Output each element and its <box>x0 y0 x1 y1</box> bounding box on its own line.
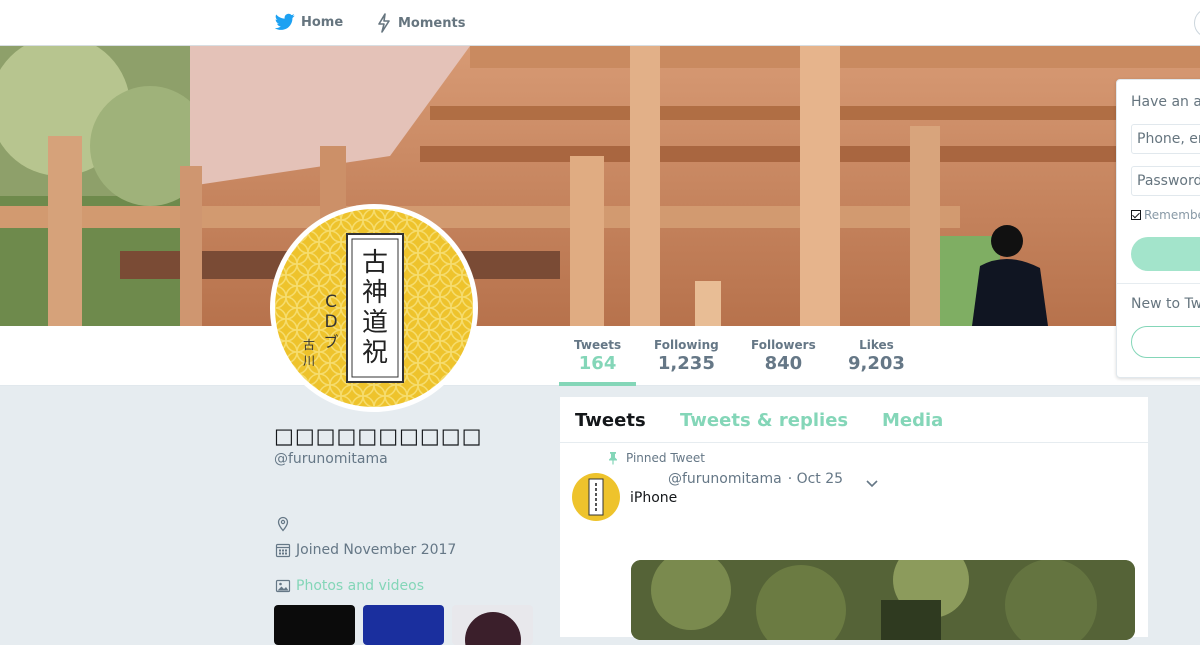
pinned-tweet-label: Pinned Tweet <box>626 451 705 465</box>
stat-tweets-value: 164 <box>578 353 617 374</box>
stat-following-value: 1,235 <box>657 353 715 374</box>
stat-tweets-label: Tweets <box>574 338 622 352</box>
svg-text:祝: 祝 <box>362 338 388 368</box>
profile-name: □□□□□□□□□□ <box>274 424 483 448</box>
profile-avatar[interactable]: 古 神 道 祝 C D ブ 古 川 <box>270 204 478 412</box>
new-to-twitter-label: New to Tw <box>1131 296 1200 312</box>
profile-handle[interactable]: @furunomitama <box>274 451 388 467</box>
stat-following-label: Following <box>654 338 719 352</box>
tweet-date[interactable]: · Oct 25 <box>788 471 843 487</box>
tweet-author-avatar[interactable] <box>572 473 620 521</box>
svg-text:C: C <box>325 292 337 312</box>
tweet-options-chevron-icon[interactable] <box>865 474 879 493</box>
stat-likes[interactable]: Likes 9,203 <box>848 338 905 374</box>
svg-text:古: 古 <box>362 248 388 278</box>
tab-media[interactable]: Media <box>882 410 943 431</box>
remember-me-checkbox[interactable]: Remembe <box>1131 208 1200 222</box>
nav-moments-label: Moments <box>398 15 466 31</box>
stat-followers[interactable]: Followers 840 <box>751 338 816 374</box>
tweet-header: @furunomitama · Oct 25 <box>668 471 843 487</box>
stat-following[interactable]: Following 1,235 <box>654 338 719 374</box>
profile-avatar-image: 古 神 道 祝 C D ブ 古 川 <box>275 209 473 407</box>
login-button[interactable] <box>1131 237 1200 271</box>
svg-text:神: 神 <box>362 278 388 308</box>
nav-home-label: Home <box>301 14 344 30</box>
stat-likes-label: Likes <box>859 338 894 352</box>
location-icon <box>275 516 291 536</box>
svg-text:道: 道 <box>362 308 388 338</box>
lightning-icon <box>378 13 390 33</box>
image-icon <box>275 579 291 593</box>
nav-home-link[interactable]: Home <box>275 13 343 31</box>
phone-email-input[interactable]: Phone, er <box>1131 124 1200 154</box>
calendar-icon <box>275 543 291 558</box>
photo-thumbnail[interactable] <box>274 605 355 645</box>
tweets-stream: Tweets Tweets & replies Media Pinned Twe… <box>560 397 1148 640</box>
stat-tweets[interactable]: Tweets 164 <box>558 338 637 386</box>
remember-me-label: Remembe <box>1144 208 1200 222</box>
stream-tabs: Tweets Tweets & replies Media <box>560 397 1148 443</box>
tweet-author-handle[interactable]: @furunomitama <box>668 471 782 487</box>
profile-navigation-bar: Tweets 164 Following 1,235 Followers 840… <box>0 326 1200 386</box>
photo-thumbnail[interactable] <box>363 605 444 645</box>
pin-icon <box>609 452 617 465</box>
stat-likes-value: 9,203 <box>848 353 905 374</box>
nav-moments-link[interactable]: Moments <box>376 13 465 33</box>
pinned-tweet-indicator: Pinned Tweet <box>608 451 705 465</box>
top-navigation-bar: Home Moments <box>0 0 1200 46</box>
login-panel: Have an a Phone, er Password Remembe New… <box>1116 79 1200 378</box>
tweet-media-image[interactable] <box>631 560 1135 640</box>
photos-and-videos-link[interactable]: Photos and videos <box>275 578 424 594</box>
stat-followers-value: 840 <box>764 353 803 374</box>
joined-date-label: Joined November 2017 <box>296 542 457 558</box>
joined-date: Joined November 2017 <box>275 542 456 558</box>
nav-avatar[interactable] <box>1194 8 1200 38</box>
login-title: Have an a <box>1131 94 1200 110</box>
photos-and-videos-label: Photos and videos <box>296 578 425 594</box>
photo-thumbnail[interactable] <box>452 605 533 645</box>
tab-tweets-and-replies[interactable]: Tweets & replies <box>680 410 848 431</box>
tab-tweets[interactable]: Tweets <box>575 410 646 431</box>
signup-button[interactable] <box>1131 326 1200 358</box>
login-divider <box>1117 283 1200 284</box>
svg-text:D: D <box>324 312 337 332</box>
bird-icon <box>275 13 295 30</box>
tweet-text: iPhone <box>630 490 678 506</box>
svg-text:ブ: ブ <box>323 333 338 351</box>
svg-text:川: 川 <box>303 354 315 368</box>
checkbox-icon[interactable] <box>1131 210 1141 220</box>
stat-followers-label: Followers <box>751 338 816 352</box>
svg-text:古: 古 <box>303 337 315 352</box>
profile-banner-image <box>0 46 1200 326</box>
password-input[interactable]: Password <box>1131 166 1200 196</box>
photo-thumbnails <box>274 605 533 645</box>
